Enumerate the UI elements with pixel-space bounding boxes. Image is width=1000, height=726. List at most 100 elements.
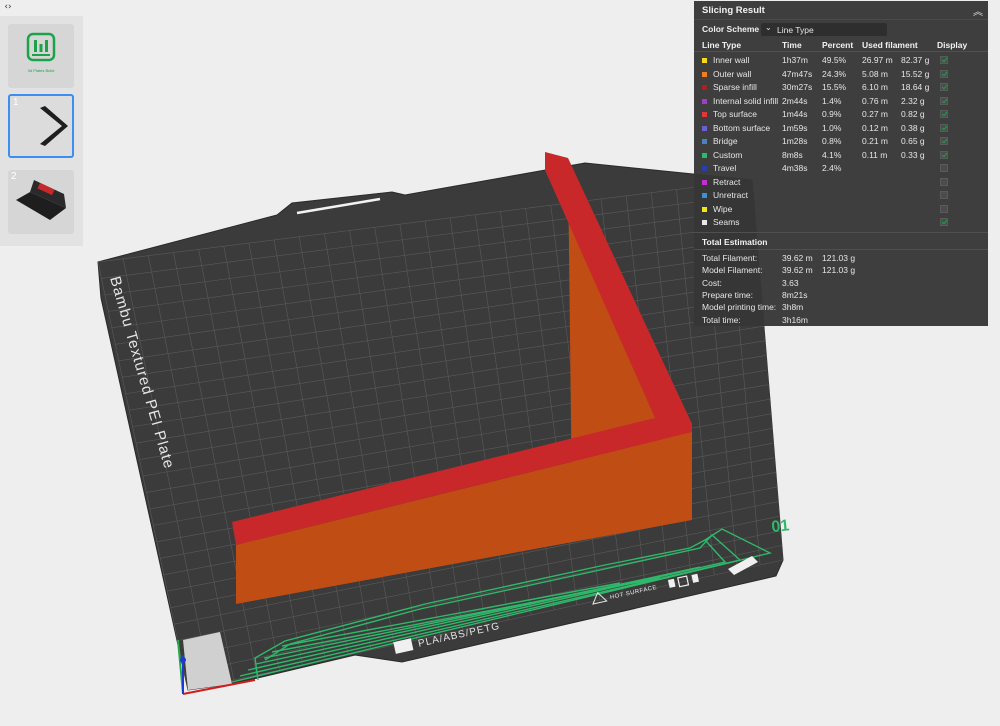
total-estimation-row: Cost: 3.63 [694, 278, 988, 290]
line-type-row: Top surface 1m44s 0.9% 0.27 m 0.82 g [694, 109, 988, 122]
line-type-name: Wipe [713, 203, 733, 214]
line-type-row: Wipe [694, 204, 988, 217]
line-time: 30m27s [782, 82, 813, 92]
total-value: 3h8m [782, 302, 804, 313]
display-checkbox[interactable] [940, 96, 948, 105]
line-color-swatch [702, 152, 707, 158]
expand-collapse-icon[interactable]: ‹› [2, 2, 14, 12]
line-type-name: Outer wall [713, 68, 752, 79]
total-estimation-title: Total Estimation [702, 237, 768, 247]
color-scheme-label: Color Scheme [702, 24, 760, 34]
plate-thumbnail-caption: 3d Plates Build [27, 68, 55, 73]
line-time: 1h37m [782, 55, 808, 65]
line-color-swatch [702, 85, 707, 90]
line-filament-meters: 26.97 m [862, 55, 893, 65]
line-filament-meters: 0.12 m [862, 122, 888, 133]
line-percent: 4.1% [822, 149, 842, 160]
line-type-row: Sparse infill 30m27s 15.5% 6.10 m 18.64 g [694, 82, 988, 95]
line-percent: 49.5% [822, 55, 847, 65]
panel-title: Slicing Result [702, 5, 765, 16]
line-percent: 15.5% [822, 82, 847, 92]
line-filament-meters: 0.11 m [862, 149, 888, 160]
line-percent: 0.9% [822, 109, 842, 119]
line-filament-grams: 0.38 g [901, 122, 925, 133]
line-type-name: Inner wall [713, 55, 750, 65]
display-checkbox[interactable] [940, 218, 948, 226]
display-checkbox[interactable] [940, 123, 948, 132]
total-label: Total Filament: [702, 253, 758, 263]
display-checkbox[interactable] [940, 69, 948, 78]
display-checkbox[interactable] [940, 83, 948, 91]
color-scheme-dropdown[interactable]: ⌄ Line Type [761, 23, 887, 36]
line-type-row: Bottom surface 1m59s 1.0% 0.12 m 0.38 g [694, 123, 988, 136]
bambu-logo-icon [26, 32, 56, 62]
line-type-row: Travel 4m38s 2.4% [694, 163, 988, 176]
line-time: 8m8s [782, 149, 803, 160]
total-estimation-row: Model printing time: 3h8m [694, 302, 988, 314]
line-type-name: Sparse infill [713, 82, 757, 92]
header-divider [694, 51, 988, 52]
collapse-panel-icon[interactable]: ︽ [973, 3, 983, 18]
total-label: Total time: [702, 314, 741, 325]
line-color-swatch [702, 166, 707, 171]
line-time: 2m44s [782, 95, 808, 106]
display-checkbox[interactable] [940, 137, 948, 145]
display-checkbox[interactable] [940, 204, 948, 213]
total-label: Model Filament: [702, 265, 763, 276]
display-checkbox[interactable] [940, 164, 948, 172]
total-value-secondary: 121.03 g [822, 265, 856, 276]
line-color-swatch [702, 206, 707, 212]
line-time: 4m38s [782, 163, 808, 173]
display-checkbox[interactable] [940, 110, 948, 118]
line-filament-grams: 15.52 g [901, 68, 930, 79]
header-percent: Percent [822, 40, 854, 50]
total-label: Prepare time: [702, 289, 754, 300]
line-color-swatch [702, 179, 707, 185]
line-time: 1m28s [782, 136, 808, 146]
line-color-swatch [702, 220, 707, 225]
line-filament-meters: 0.27 m [862, 109, 888, 119]
line-type-row: Internal solid infill 2m44s 1.4% 0.76 m 2.32… [694, 96, 988, 109]
line-type-name: Bridge [713, 136, 738, 146]
chevron-down-icon: ⌄ [765, 23, 772, 32]
line-time: 1m59s [782, 122, 808, 133]
header-line-type: Line Type [702, 40, 742, 50]
display-checkbox[interactable] [940, 150, 948, 159]
slicing-result-panel: Slicing Result ︽ Color Scheme ⌄ Line Typ… [694, 1, 988, 326]
display-checkbox[interactable] [940, 177, 948, 186]
line-type-row: Retract [694, 177, 988, 190]
total-label: Cost: [702, 277, 722, 288]
total-estimation-row: Total time: 3h16m [694, 315, 988, 327]
line-type-name: Internal solid infill [713, 95, 779, 106]
plate-thumbnail-build[interactable]: 3d Plates Build [8, 24, 74, 88]
line-type-name: Retract [713, 176, 741, 187]
total-divider [694, 249, 988, 250]
line-type-name: Unretract [713, 190, 748, 200]
total-estimation-row: Model Filament: 39.62 m 121.03 g [694, 265, 988, 277]
line-color-swatch [702, 139, 707, 144]
line-filament-grams: 0.82 g [901, 109, 925, 119]
line-type-name: Bottom surface [713, 122, 771, 133]
total-value: 3.63 [782, 277, 799, 288]
plate-thumbnail-2[interactable]: 2 [8, 170, 74, 234]
line-type-row: Custom 8m8s 4.1% 0.11 m 0.33 g [694, 150, 988, 163]
plate-thumbnail-1[interactable]: 1 [8, 94, 74, 158]
line-type-row: Seams [694, 217, 988, 230]
total-value: 3h16m [782, 314, 808, 325]
display-checkbox[interactable] [940, 56, 948, 64]
line-filament-meters: 0.21 m [862, 136, 888, 146]
axis-origin [180, 657, 186, 663]
line-color-swatch [702, 58, 707, 63]
bracket-model-thumbnail [16, 180, 66, 220]
header-time: Time [782, 40, 802, 50]
display-checkbox[interactable] [940, 191, 948, 199]
line-percent: 24.3% [822, 68, 847, 79]
line-type-row: Bridge 1m28s 0.8% 0.21 m 0.65 g [694, 136, 988, 149]
line-filament-meters: 5.08 m [862, 68, 888, 79]
plate-number: 01 [771, 517, 791, 536]
line-percent: 2.4% [822, 163, 842, 173]
line-filament-grams: 82.37 g [901, 55, 930, 65]
line-filament-meters: 0.76 m [862, 95, 888, 106]
line-type-name: Top surface [713, 109, 757, 119]
plate-list: 3d Plates Build 1 2 [0, 16, 83, 246]
